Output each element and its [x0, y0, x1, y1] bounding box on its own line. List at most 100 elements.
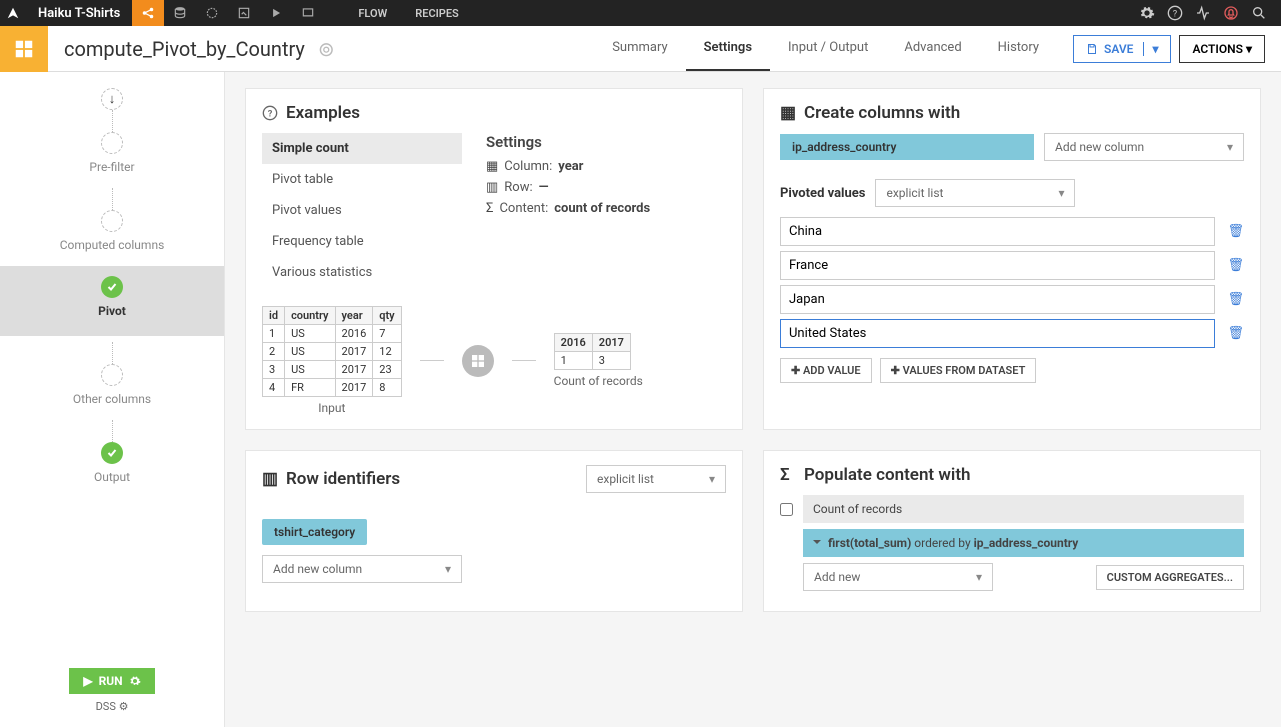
row-identifiers-panel: ▥ Row identifiers explicit list▾ tshirt_… — [245, 450, 743, 612]
run-button[interactable]: ▶ RUN — [69, 668, 154, 694]
output-label: Count of records — [554, 374, 643, 388]
pivot-column-chip[interactable]: ip_address_country — [780, 134, 1034, 160]
nav-right-icons: ? — [1133, 0, 1281, 26]
tab-advanced[interactable]: Advanced — [886, 26, 979, 71]
step-computed-dot[interactable] — [101, 210, 123, 232]
step-other-dot[interactable] — [101, 364, 123, 386]
example-frequency-table[interactable]: Frequency table — [262, 226, 462, 257]
step-output-dot[interactable] — [101, 442, 123, 464]
example-pivot-table[interactable]: Pivot table — [262, 164, 462, 195]
play-icon[interactable] — [260, 0, 292, 26]
svg-text:?: ? — [268, 108, 273, 119]
grid-icon: ▦ — [780, 103, 796, 123]
columns-icon: ▦ — [486, 159, 498, 174]
pivot-value-input-2[interactable] — [780, 285, 1215, 314]
step-prefilter-dot[interactable]: ↓ — [101, 88, 123, 110]
actions-button[interactable]: ACTIONS ▾ — [1179, 35, 1265, 63]
step-pivot-row[interactable]: Pivot — [0, 266, 224, 336]
rowid-mode-select[interactable]: explicit list▾ — [586, 465, 726, 493]
rowid-add-column-select[interactable]: Add new column▾ — [262, 555, 462, 583]
example-pivot-values[interactable]: Pivot values — [262, 195, 462, 226]
help-circle-icon: ? — [262, 105, 278, 121]
save-caret[interactable]: ▾ — [1143, 42, 1158, 56]
sigma-icon: Σ — [486, 201, 493, 216]
top-nav: Haiku T-Shirts FLOW RECIPES ? — [0, 0, 1281, 26]
datasets-icon[interactable] — [164, 0, 196, 26]
tab-flow[interactable]: FLOW — [344, 0, 401, 26]
add-value-button[interactable]: ✚ ADD VALUE — [780, 358, 872, 383]
trash-icon[interactable]: 🗑 — [1227, 292, 1244, 307]
header-buttons: SAVE ▾ ACTIONS ▾ — [1057, 35, 1281, 63]
rowid-title: Row identifiers — [286, 469, 400, 489]
tab-history[interactable]: History — [980, 26, 1057, 71]
actions-label: ACTIONS — [1192, 42, 1243, 56]
input-table: idcountryyearqty 1US20167 2US201712 3US2… — [262, 306, 402, 397]
example-various-stats[interactable]: Various statistics — [262, 257, 462, 288]
pivoted-mode-select[interactable]: explicit list▾ — [875, 179, 1075, 207]
svg-text:?: ? — [1173, 8, 1178, 19]
step-other-label[interactable]: Other columns — [73, 392, 151, 406]
add-column-select[interactable]: Add new column▾ — [1044, 133, 1244, 161]
rows-icon: ▥ — [486, 180, 498, 195]
count-pill[interactable]: Count of records — [803, 495, 1244, 523]
content: ? Examples Simple count Pivot table Pivo… — [225, 72, 1281, 727]
populate-title: Populate content with — [804, 465, 971, 485]
step-pivot-label: Pivot — [98, 304, 126, 318]
circle-icon[interactable] — [196, 0, 228, 26]
create-columns-title: Create columns with — [804, 103, 960, 123]
edit-icon[interactable] — [228, 0, 260, 26]
tab-settings[interactable]: Settings — [686, 26, 770, 71]
create-columns-panel: ▦ Create columns with ip_address_country… — [763, 88, 1261, 430]
title-text: compute_Pivot_by_Country — [64, 37, 305, 61]
chevron-down-icon — [813, 540, 821, 548]
pivot-node-icon — [462, 345, 494, 377]
step-prefilter-circle[interactable] — [101, 132, 123, 154]
populate-panel: Σ Populate content with Count of records… — [763, 450, 1261, 612]
output-table: 20162017 13 — [554, 333, 631, 370]
header-tabs: Summary Settings Input / Output Advanced… — [594, 26, 1057, 71]
help-icon[interactable]: ? — [1161, 0, 1189, 26]
page-title: compute_Pivot_by_Country ⊚ — [48, 37, 335, 61]
examples-title: Examples — [286, 103, 360, 123]
rowid-chip[interactable]: tshirt_category — [262, 519, 367, 545]
tab-summary[interactable]: Summary — [594, 26, 685, 71]
pivot-value-input-3[interactable] — [780, 319, 1215, 348]
step-prefilter-label[interactable]: Pre-filter — [89, 160, 134, 174]
example-simple-count[interactable]: Simple count — [262, 133, 462, 164]
input-label: Input — [262, 401, 402, 415]
example-diagram: idcountryyearqty 1US20167 2US201712 3US2… — [262, 306, 726, 415]
recipe-icon — [0, 26, 48, 72]
pin-icon[interactable]: ⊚ — [318, 37, 335, 61]
example-settings-title: Settings — [486, 133, 650, 151]
pivoted-values-label: Pivoted values — [780, 186, 865, 201]
activity-icon[interactable] — [1189, 0, 1217, 26]
gear-icon[interactable] — [1133, 0, 1161, 26]
add-aggregate-select[interactable]: Add new▾ — [803, 563, 993, 591]
pivot-value-input-0[interactable] — [780, 217, 1215, 246]
app-logo[interactable] — [0, 0, 26, 26]
dss-label[interactable]: DSS ⚙ — [69, 700, 154, 713]
rows-icon: ▥ — [262, 469, 278, 489]
pivot-value-input-1[interactable] — [780, 251, 1215, 280]
aggregate-pill[interactable]: first(total_sum) ordered by ip_address_c… — [803, 529, 1244, 557]
step-pivot-dot — [101, 276, 123, 298]
nav-iconbar — [132, 0, 324, 26]
step-output-label[interactable]: Output — [94, 470, 130, 484]
trash-icon[interactable]: 🗑 — [1227, 224, 1244, 239]
trash-icon[interactable]: 🗑 — [1227, 258, 1244, 273]
project-name[interactable]: Haiku T-Shirts — [26, 6, 132, 21]
flow-icon[interactable] — [132, 0, 164, 26]
step-computed-label[interactable]: Computed columns — [60, 238, 165, 252]
bell-icon[interactable] — [1217, 0, 1245, 26]
example-settings: Settings ▦Column: year ▥Row: — ΣContent:… — [486, 133, 650, 288]
examples-panel: ? Examples Simple count Pivot table Pivo… — [245, 88, 743, 430]
values-from-dataset-button[interactable]: ✚ VALUES FROM DATASET — [880, 358, 1037, 383]
tab-recipes[interactable]: RECIPES — [401, 0, 473, 26]
count-checkbox[interactable] — [780, 503, 793, 516]
search-icon[interactable] — [1245, 0, 1273, 26]
dashboard-icon[interactable] — [292, 0, 324, 26]
save-button[interactable]: SAVE ▾ — [1073, 35, 1171, 63]
custom-aggregates-button[interactable]: CUSTOM AGGREGATES... — [1096, 565, 1244, 590]
trash-icon[interactable]: 🗑 — [1227, 326, 1244, 341]
tab-io[interactable]: Input / Output — [770, 26, 886, 71]
